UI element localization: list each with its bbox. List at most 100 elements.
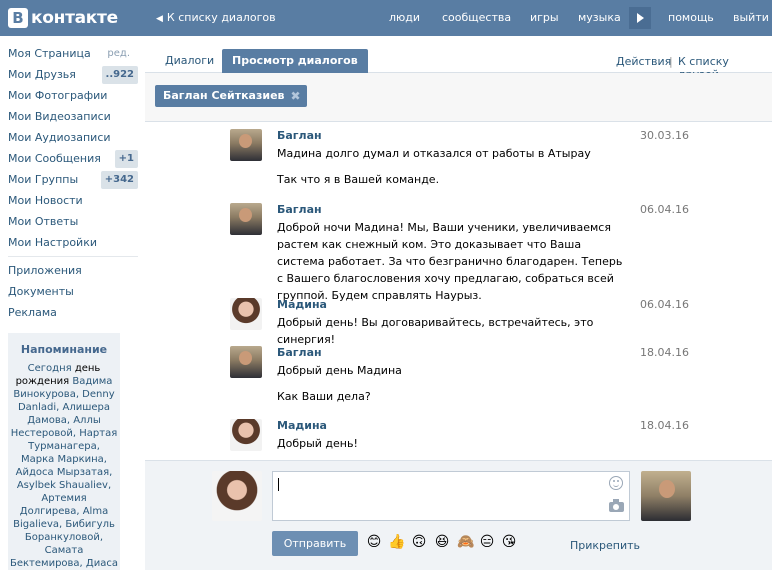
send-button[interactable]: Отправить <box>272 531 358 556</box>
sidebar-item-label: Мои Аудиозаписи <box>8 131 111 144</box>
message-date: 06.04.16 <box>640 203 689 216</box>
message-date: 18.04.16 <box>640 346 689 359</box>
play-icon[interactable] <box>629 7 651 29</box>
avatar[interactable] <box>230 298 262 330</box>
top-bar: В контакте ◀ К списку диалогов люди сообщ… <box>0 0 772 36</box>
message-date: 30.03.16 <box>640 129 689 142</box>
smile-icon[interactable] <box>609 476 623 490</box>
sidebar-item-label: Мои Новости <box>8 194 83 207</box>
sidebar-item-friends[interactable]: Мои Друзья ..922 <box>8 65 138 85</box>
sidebar-item-label: Мои Настройки <box>8 236 97 249</box>
emoji-kiss-icon[interactable]: 😘 <box>501 534 517 550</box>
my-avatar[interactable] <box>212 471 262 521</box>
attach-link[interactable]: Прикрепить <box>570 539 640 552</box>
message-text: Добрый день! Вы договаривайтесь, встреча… <box>277 316 594 346</box>
sidebar-item-label: Приложения <box>8 264 82 277</box>
sidebar-item-apps[interactable]: Приложения <box>8 261 138 281</box>
tabs-separator: | <box>669 55 673 68</box>
contact-filter-chip[interactable]: Баглан Сейтказиев ✖ <box>155 85 307 107</box>
message-item[interactable]: Мадина 06.04.16 Добрый день! Вы договари… <box>145 298 772 346</box>
emoji-upside-down-icon[interactable]: 🙃 <box>411 534 427 550</box>
friends-badge: ..922 <box>101 66 138 84</box>
groups-badge: +342 <box>100 171 138 189</box>
reminder-title: Напоминание <box>20 343 108 356</box>
message-text: Доброй ночи Мадина! Мы, Ваши ученики, ув… <box>277 221 623 302</box>
reminder-text: Сегодня день рождения Вадима Винокурова,… <box>8 362 120 570</box>
close-icon[interactable]: ✖ <box>290 85 300 107</box>
back-label: К списку диалогов <box>166 11 276 24</box>
chip-label: Баглан Сейтказиев <box>163 89 285 102</box>
logo-text: контакте <box>31 8 118 28</box>
reminder-today-link[interactable]: Сегодня <box>28 363 72 374</box>
avatar[interactable] <box>230 129 262 161</box>
avatar[interactable] <box>230 346 262 378</box>
avatar[interactable] <box>230 203 262 235</box>
sidebar-item-news[interactable]: Мои Новости <box>8 191 138 211</box>
sidebar-item-label: Мои Фотографии <box>8 89 108 102</box>
message-item[interactable]: Баглан 06.04.16 Доброй ночи Мадина! Мы, … <box>145 203 772 302</box>
message-date: 18.04.16 <box>640 419 689 432</box>
text-caret <box>278 478 279 491</box>
reminder-names[interactable]: Вадима Винокурова, Denny Danladi, Алишер… <box>10 376 118 570</box>
nav-communities[interactable]: сообщества <box>442 11 511 24</box>
emoji-smile-icon[interactable]: 😊 <box>366 534 382 550</box>
emoji-thumbs-up-icon[interactable]: 👍 <box>388 534 405 550</box>
sidebar-item-label: Мои Ответы <box>8 215 79 228</box>
sidebar-item-label: Мои Группы <box>8 173 79 186</box>
sidebar-item-audio[interactable]: Мои Аудиозаписи <box>8 128 138 148</box>
sidebar-item-my-page[interactable]: Моя Страница ред. <box>8 44 138 64</box>
nav-people[interactable]: люди <box>389 11 420 24</box>
nav-games[interactable]: игры <box>530 11 559 24</box>
message-input[interactable] <box>272 471 630 521</box>
camera-icon[interactable] <box>609 499 624 512</box>
sidebar-item-ads[interactable]: Реклама <box>8 303 138 323</box>
sidebar-item-label: Мои Сообщения <box>8 152 101 165</box>
nav-logout[interactable]: выйти <box>733 11 769 24</box>
sidebar-item-messages[interactable]: Мои Сообщения +1 <box>8 149 138 169</box>
message-item[interactable]: Баглан 18.04.16 Добрый день Мадина Как В… <box>145 346 772 416</box>
tab-view-dialogs[interactable]: Просмотр диалогов <box>222 49 368 73</box>
message-author[interactable]: Мадина <box>277 298 327 311</box>
nav-help[interactable]: помощь <box>668 11 714 24</box>
tab-dialogs[interactable]: Диалоги <box>155 49 224 73</box>
sidebar-item-photos[interactable]: Мои Фотографии <box>8 86 138 106</box>
recipient-avatar[interactable] <box>641 471 691 521</box>
message-item[interactable]: Мадина 18.04.16 Добрый день! <box>145 419 772 459</box>
back-to-dialogs-link[interactable]: ◀ К списку диалогов <box>156 11 276 24</box>
birthday-reminder: Напоминание Сегодня день рождения Вадима… <box>8 333 120 570</box>
message-text: Добрый день Мадина <box>277 364 402 377</box>
sidebar-item-label: Моя Страница <box>8 47 91 60</box>
sidebar-item-settings[interactable]: Мои Настройки <box>8 233 138 253</box>
avatar[interactable] <box>230 419 262 451</box>
sidebar-divider <box>8 256 138 257</box>
emoji-neutral-icon[interactable]: 😑 <box>479 534 495 550</box>
edit-link[interactable]: ред. <box>107 44 130 64</box>
tabs-bar: Диалоги Просмотр диалогов Действия | К с… <box>145 36 772 81</box>
sidebar-item-label: Документы <box>8 285 74 298</box>
message-text: Добрый день! <box>277 437 358 450</box>
sidebar-item-documents[interactable]: Документы <box>8 282 138 302</box>
message-author[interactable]: Мадина <box>277 419 327 432</box>
filter-bar: Баглан Сейтказиев ✖ <box>145 73 772 122</box>
emoji-laugh-icon[interactable]: 😆 <box>434 534 450 550</box>
message-author[interactable]: Баглан <box>277 203 322 216</box>
message-item[interactable]: Баглан 30.03.16 Мадина долго думал и отк… <box>145 129 772 199</box>
vk-logo[interactable]: В контакте <box>8 7 118 29</box>
message-text: Как Ваши дела? <box>277 390 371 403</box>
chevron-left-icon: ◀ <box>156 14 163 24</box>
sidebar-item-label: Реклама <box>8 306 57 319</box>
message-text: Так что я в Вашей команде. <box>277 173 440 186</box>
sidebar-item-label: Мои Видеозаписи <box>8 110 111 123</box>
message-date: 06.04.16 <box>640 298 689 311</box>
nav-music[interactable]: музыка <box>578 11 621 24</box>
main-content: Диалоги Просмотр диалогов Действия | К с… <box>145 36 772 570</box>
message-author[interactable]: Баглан <box>277 129 322 142</box>
actions-link[interactable]: Действия <box>616 55 671 68</box>
message-composer: Отправить 😊 👍 🙃 😆 🙈 😑 😘 Прикрепить <box>145 460 772 570</box>
sidebar-item-videos[interactable]: Мои Видеозаписи <box>8 107 138 127</box>
emoji-monkey-icon[interactable]: 🙈 <box>457 534 474 550</box>
message-list: Баглан 30.03.16 Мадина долго думал и отк… <box>145 123 772 460</box>
message-author[interactable]: Баглан <box>277 346 322 359</box>
sidebar-item-groups[interactable]: Мои Группы +342 <box>8 170 138 190</box>
sidebar-item-answers[interactable]: Мои Ответы <box>8 212 138 232</box>
